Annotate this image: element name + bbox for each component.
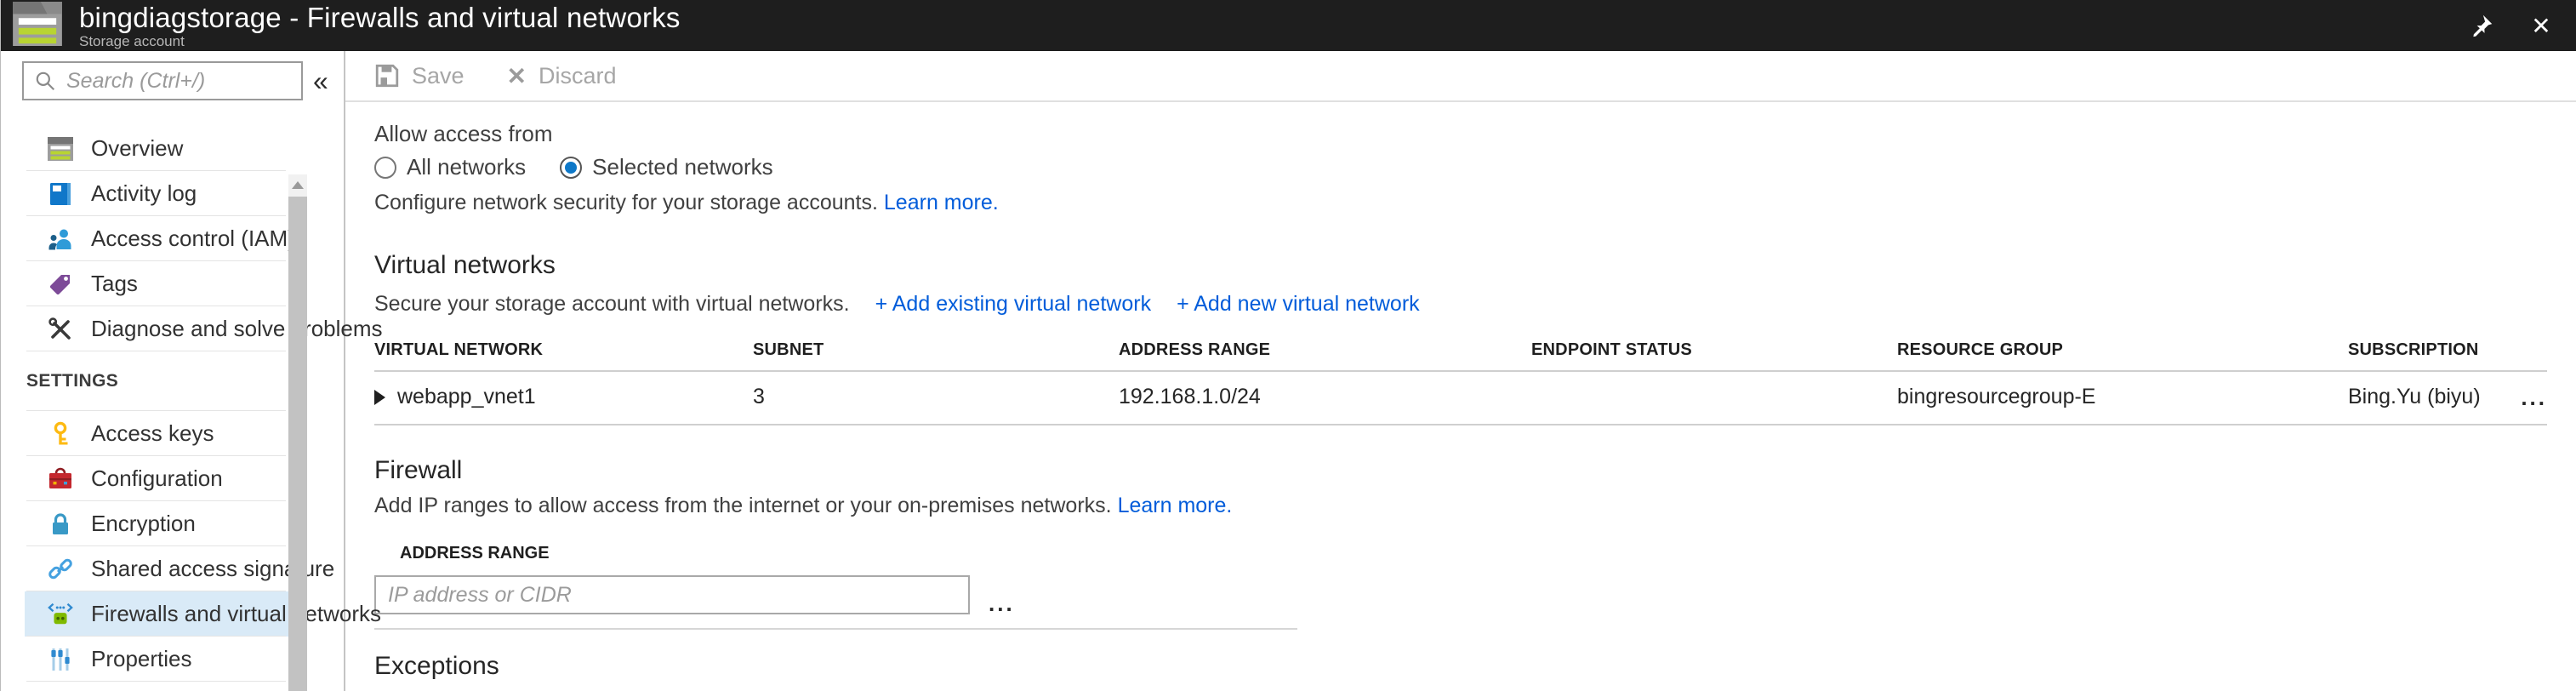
column-header: SUBNET bbox=[753, 340, 1119, 360]
tools-icon bbox=[47, 316, 74, 343]
pin-icon[interactable] bbox=[2467, 11, 2496, 40]
page-title: bingdiagstorage - Firewalls and virtual … bbox=[79, 3, 681, 33]
table-row[interactable]: webapp_vnet1 3 192.168.1.0/24 bingresour… bbox=[374, 372, 2547, 425]
radio-button[interactable] bbox=[560, 157, 582, 179]
sidebar-item-label: Properties bbox=[91, 646, 192, 672]
virtual-networks-description: Secure your storage account with virtual… bbox=[374, 292, 850, 317]
radio-all-networks[interactable]: All networks bbox=[374, 154, 526, 180]
close-icon[interactable]: ✕ bbox=[2527, 11, 2556, 40]
sidebar-item-label: Overview bbox=[91, 135, 183, 162]
sidebar-item-firewalls-and-virtual-networks[interactable]: Firewalls and virtual networks bbox=[25, 591, 293, 637]
network-security-description: Configure network security for your stor… bbox=[374, 191, 878, 214]
ip-address-input[interactable] bbox=[374, 575, 970, 614]
firewall-description: Add IP ranges to allow access from the i… bbox=[374, 494, 1112, 517]
sidebar-item-label: Firewalls and virtual networks bbox=[91, 601, 381, 627]
expand-row-icon[interactable] bbox=[374, 390, 385, 405]
lock-icon bbox=[47, 511, 74, 538]
firewall-network-icon bbox=[47, 601, 74, 628]
allow-access-radio-group: All networks Selected networks bbox=[374, 154, 2547, 180]
allow-access-from-label: Allow access from bbox=[374, 121, 2547, 147]
row-context-menu-icon[interactable]: ... bbox=[2488, 393, 2547, 402]
learn-more-link[interactable]: Learn more. bbox=[884, 191, 999, 214]
sidebar-item-diagnose[interactable]: Diagnose and solve problems bbox=[25, 306, 293, 351]
save-icon bbox=[374, 63, 400, 89]
command-bar: Save ✕ Discard bbox=[345, 51, 2576, 102]
sidebar-scrollbar[interactable] bbox=[288, 174, 307, 691]
sliders-icon bbox=[47, 646, 74, 673]
resource-menu-sidebar: « Overview Activity log bbox=[1, 51, 345, 691]
sidebar-item-label: Access keys bbox=[91, 420, 214, 447]
vnet-address-range: 192.168.1.0/24 bbox=[1119, 385, 1531, 409]
collapse-sidebar-icon[interactable]: « bbox=[313, 67, 328, 94]
sidebar-item-access-control[interactable]: Access control (IAM) bbox=[25, 216, 293, 261]
firewall-heading: Firewall bbox=[374, 456, 2547, 485]
activity-log-icon bbox=[47, 180, 74, 208]
sidebar-item-configuration[interactable]: Configuration bbox=[25, 456, 293, 501]
column-header: ENDPOINT STATUS bbox=[1531, 340, 1897, 360]
column-header: SUBSCRIPTION bbox=[2348, 340, 2488, 360]
firewall-learn-more-link[interactable]: Learn more. bbox=[1118, 494, 1233, 517]
exceptions-heading: Exceptions bbox=[374, 652, 2547, 681]
sidebar-section-settings: SETTINGS bbox=[25, 351, 293, 411]
column-header: VIRTUAL NETWORK bbox=[374, 340, 753, 360]
app-window: bingdiagstorage - Firewalls and virtual … bbox=[0, 0, 2576, 691]
sidebar-item-label: Access control (IAM) bbox=[91, 226, 295, 252]
key-icon bbox=[47, 420, 74, 448]
sidebar-item-shared-access-signature[interactable]: Shared access signature bbox=[25, 546, 293, 591]
search-icon bbox=[34, 70, 56, 92]
firewall-row-menu-icon[interactable]: ... bbox=[989, 599, 1015, 614]
sidebar-search-box bbox=[22, 61, 303, 100]
page-subtitle: Storage account bbox=[79, 34, 681, 49]
link-icon bbox=[47, 556, 74, 583]
sidebar-item-tags[interactable]: Tags bbox=[25, 261, 293, 306]
table-header-row: VIRTUAL NETWORK SUBNET ADDRESS RANGE END… bbox=[374, 340, 2547, 372]
discard-button[interactable]: ✕ Discard bbox=[507, 62, 617, 90]
storage-account-icon bbox=[13, 2, 62, 50]
address-range-column-header: ADDRESS RANGE bbox=[400, 544, 2547, 563]
vnet-subnet: 3 bbox=[753, 385, 1119, 409]
access-control-icon bbox=[47, 226, 74, 253]
storage-overview-icon bbox=[47, 135, 74, 163]
column-header: RESOURCE GROUP bbox=[1897, 340, 2348, 360]
sidebar-item-access-keys[interactable]: Access keys bbox=[25, 411, 293, 456]
virtual-networks-table: VIRTUAL NETWORK SUBNET ADDRESS RANGE END… bbox=[374, 340, 2547, 425]
column-header: ADDRESS RANGE bbox=[1119, 340, 1531, 360]
tags-icon bbox=[47, 271, 74, 298]
discard-icon: ✕ bbox=[507, 62, 527, 90]
search-input[interactable] bbox=[66, 69, 293, 94]
radio-selected-networks[interactable]: Selected networks bbox=[560, 154, 772, 180]
scrollbar-up-arrow-icon[interactable] bbox=[288, 174, 307, 195]
radio-button[interactable] bbox=[374, 157, 396, 179]
add-existing-vnet-link[interactable]: + Add existing virtual network bbox=[875, 292, 1151, 317]
blade-content: Save ✕ Discard Allow access from All net… bbox=[345, 51, 2576, 691]
sidebar-item-label: Diagnose and solve problems bbox=[91, 316, 383, 342]
sidebar-item-overview[interactable]: Overview bbox=[25, 126, 293, 171]
scrollbar-thumb[interactable] bbox=[288, 197, 307, 691]
sidebar-item-activity-log[interactable]: Activity log bbox=[25, 171, 293, 216]
toolbox-icon bbox=[47, 465, 74, 493]
add-new-vnet-link[interactable]: + Add new virtual network bbox=[1177, 292, 1420, 317]
vnet-resource-group: bingresourcegroup-E bbox=[1897, 385, 2348, 409]
blade-header: bingdiagstorage - Firewalls and virtual … bbox=[1, 0, 2576, 51]
virtual-networks-heading: Virtual networks bbox=[374, 251, 2547, 280]
sidebar-item-label: Tags bbox=[91, 271, 138, 297]
save-button[interactable]: Save bbox=[374, 63, 464, 89]
sidebar-item-label: Encryption bbox=[91, 511, 196, 537]
sidebar-item-encryption[interactable]: Encryption bbox=[25, 501, 293, 546]
sidebar-item-label: Configuration bbox=[91, 465, 223, 492]
sidebar-item-label: Activity log bbox=[91, 180, 197, 207]
vnet-name: webapp_vnet1 bbox=[397, 385, 536, 409]
vnet-subscription: Bing.Yu (biyu) bbox=[2348, 385, 2488, 409]
sidebar-item-properties[interactable]: Properties bbox=[25, 637, 293, 682]
